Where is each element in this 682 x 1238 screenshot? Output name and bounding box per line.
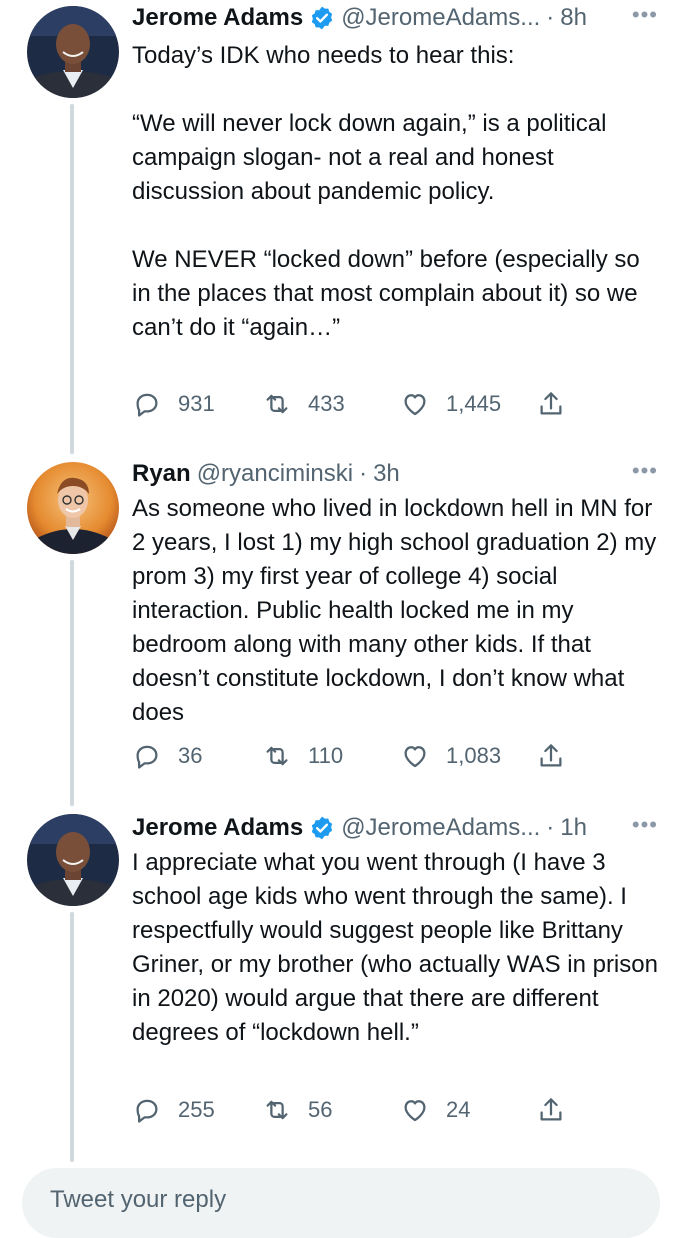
like-count: 1,083 — [446, 743, 502, 768]
retweet-count: 433 — [308, 391, 345, 416]
timestamp[interactable]: 3h — [373, 460, 400, 488]
display-name[interactable]: Jerome Adams — [132, 814, 303, 842]
share-button[interactable] — [536, 1092, 566, 1128]
thread-line — [70, 560, 74, 806]
tweet-text: Today’s IDK who needs to hear this: “We … — [132, 39, 658, 345]
more-icon[interactable]: ••• — [632, 812, 658, 838]
avatar[interactable] — [27, 814, 119, 906]
reply-icon — [132, 1095, 162, 1125]
display-name[interactable]: Jerome Adams — [132, 4, 303, 32]
display-name[interactable]: Ryan — [132, 460, 191, 488]
reply-icon — [132, 741, 162, 771]
handle[interactable]: @ryanciminski — [197, 460, 353, 488]
reply-composer[interactable]: Tweet your reply — [22, 1168, 660, 1238]
retweet-button[interactable]: 56 — [262, 1092, 332, 1128]
tweet-paragraph: Today’s IDK who needs to hear this: — [132, 42, 515, 69]
thread-line — [70, 912, 74, 1162]
reply-button[interactable]: 36 — [132, 738, 202, 774]
reply-input-placeholder[interactable]: Tweet your reply — [50, 1186, 226, 1214]
retweet-count: 56 — [308, 1097, 333, 1122]
tweet-paragraph: “We will never lock down again,” is a po… — [132, 110, 607, 205]
reply-count: 255 — [178, 1097, 215, 1122]
like-count: 24 — [446, 1097, 471, 1122]
avatar-photo — [27, 6, 119, 98]
retweet-button[interactable]: 433 — [262, 386, 345, 422]
like-button[interactable]: 1,083 — [400, 738, 501, 774]
like-icon — [400, 389, 430, 419]
retweet-icon — [262, 1095, 292, 1125]
avatar[interactable] — [27, 6, 119, 98]
reply-count: 36 — [178, 743, 203, 768]
retweet-count: 110 — [308, 743, 344, 768]
reply-count: 931 — [178, 391, 215, 416]
tweet-actions: 931 433 1,445 — [132, 386, 572, 422]
like-count: 1,445 — [446, 391, 502, 416]
share-button[interactable] — [536, 738, 566, 774]
separator-dot: · — [546, 4, 555, 31]
retweet-icon — [262, 741, 292, 771]
separator-dot: · — [546, 814, 555, 841]
handle[interactable]: @JeromeAdams... — [341, 4, 540, 32]
tweet-actions: 36 110 1,083 — [132, 738, 572, 774]
verified-badge-icon — [309, 815, 335, 841]
timestamp[interactable]: 1h — [560, 814, 587, 842]
share-icon — [536, 389, 566, 419]
tweet-paragraph: I appreciate what you went through (I ha… — [132, 849, 658, 1046]
more-icon[interactable]: ••• — [632, 458, 658, 484]
tweet-paragraph: As someone who lived in lockdown hell in… — [132, 495, 657, 726]
tweet-text: I appreciate what you went through (I ha… — [132, 846, 658, 1050]
handle[interactable]: @JeromeAdams... — [341, 814, 540, 842]
tweet-paragraph: We NEVER “locked down” before (especiall… — [132, 246, 640, 341]
retweet-button[interactable]: 110 — [262, 738, 343, 774]
reply-button[interactable]: 931 — [132, 386, 215, 422]
more-icon[interactable]: ••• — [632, 2, 658, 28]
verified-badge-icon — [309, 5, 335, 31]
tweet-header: Jerome Adams @JeromeAdams... · 8h ••• — [132, 0, 658, 36]
thread-line — [70, 104, 74, 454]
tweet-header: Ryan @ryanciminski · 3h ••• — [132, 456, 658, 492]
reply-button[interactable]: 255 — [132, 1092, 215, 1128]
tweet-header: Jerome Adams @JeromeAdams... · 1h ••• — [132, 810, 658, 846]
retweet-icon — [262, 389, 292, 419]
timestamp[interactable]: 8h — [560, 4, 587, 32]
like-icon — [400, 1095, 430, 1125]
separator-dot: · — [359, 460, 368, 487]
like-button[interactable]: 24 — [400, 1092, 470, 1128]
avatar[interactable] — [27, 462, 119, 554]
avatar-photo — [27, 462, 119, 554]
tweet-actions: 255 56 24 — [132, 1092, 572, 1128]
like-button[interactable]: 1,445 — [400, 386, 501, 422]
avatar-photo — [27, 814, 119, 906]
share-button[interactable] — [536, 386, 566, 422]
like-icon — [400, 741, 430, 771]
share-icon — [536, 741, 566, 771]
share-icon — [536, 1095, 566, 1125]
reply-icon — [132, 389, 162, 419]
tweet-text: As someone who lived in lockdown hell in… — [132, 492, 658, 730]
